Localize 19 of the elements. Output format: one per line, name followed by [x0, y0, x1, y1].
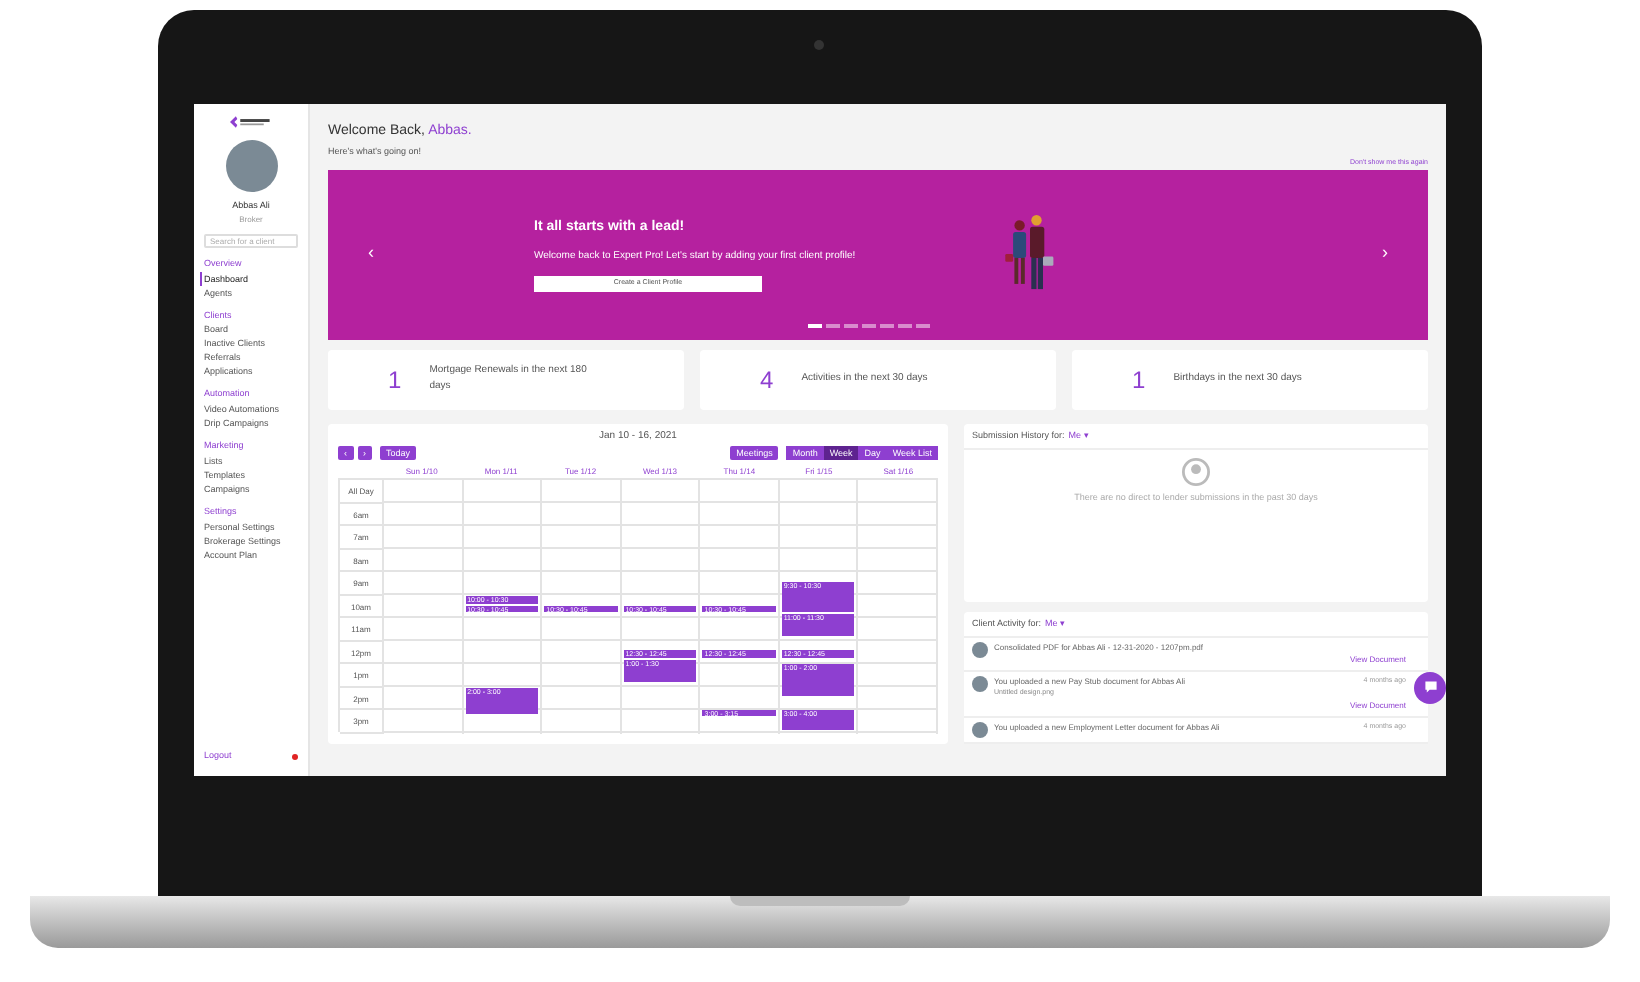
- slide-indicator[interactable]: [844, 324, 858, 327]
- camera-icon: [814, 40, 824, 50]
- previous-arrow[interactable]: ‹: [368, 240, 374, 268]
- logo-icon: [229, 116, 273, 128]
- chat-icon: [1423, 680, 1437, 694]
- chat-button[interactable]: [1414, 671, 1446, 703]
- avatar: [225, 140, 277, 192]
- slide-indicator[interactable]: [916, 324, 930, 327]
- slide-indicator[interactable]: [880, 324, 894, 327]
- stat-value: 1: [1132, 363, 1146, 397]
- next-arrow[interactable]: ›: [1382, 240, 1388, 268]
- slide-indicator[interactable]: [826, 324, 840, 327]
- slide-indicator[interactable]: [808, 324, 822, 327]
- slide-indicator[interactable]: [862, 324, 876, 327]
- avatar: [972, 721, 988, 737]
- slide-indicator[interactable]: [898, 324, 912, 327]
- stat-value: 1: [388, 363, 402, 397]
- user-silhouette-icon: [1182, 458, 1210, 487]
- stat-value: 4: [760, 363, 774, 397]
